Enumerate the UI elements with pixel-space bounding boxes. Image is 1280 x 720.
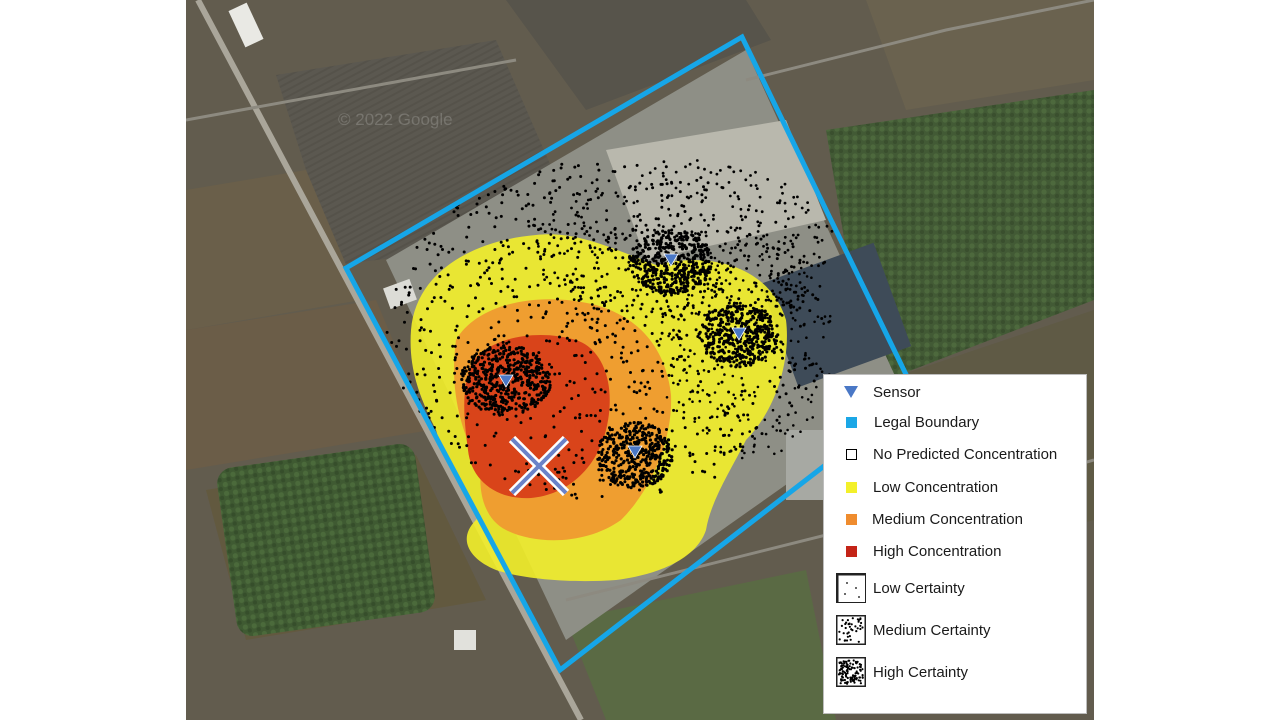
square-icon [836, 537, 866, 565]
outline-square-icon [836, 440, 866, 468]
legend-label: Low Certainty [873, 579, 965, 597]
square-icon [836, 473, 866, 501]
map-legend: Sensor Legal Boundary No Predicted Conce… [823, 374, 1087, 714]
square-icon [836, 505, 866, 533]
tree-block [217, 443, 435, 637]
legend-label: Sensor [873, 383, 921, 401]
square-icon [836, 408, 866, 436]
map-watermark: © 2022 Google [338, 110, 453, 129]
legend-label: Legal Boundary [874, 413, 980, 431]
legend-label: High Concentration [873, 542, 1002, 560]
medium-dots-icon [836, 615, 866, 645]
legend-label: High Certainty [873, 663, 969, 681]
legend-label: No Predicted Concentration [873, 445, 1058, 463]
legend-label: Low Concentration [873, 478, 999, 496]
triangle-down-icon [836, 378, 866, 406]
legend-label: Medium Certainty [873, 621, 991, 639]
building-sw [454, 630, 476, 650]
legend-label: Medium Concentration [872, 510, 1023, 528]
dense-dots-icon [836, 657, 866, 687]
sparse-dots-icon [836, 573, 866, 603]
